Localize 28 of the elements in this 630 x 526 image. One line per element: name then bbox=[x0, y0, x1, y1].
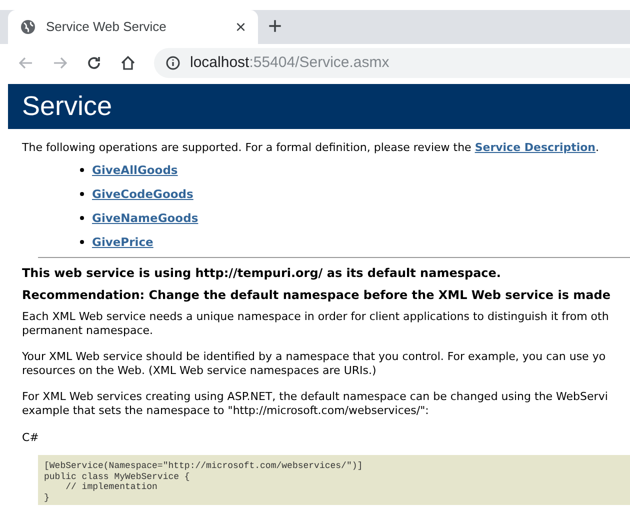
bullet-icon bbox=[80, 216, 84, 220]
paragraph: Your XML Web service should be identified by a namespace that you control. For example, you can use yo resources on the Web. (XML Web service namespaces are URIs.) bbox=[22, 350, 607, 378]
url-text: localhost:55404/Service.asmx bbox=[190, 52, 390, 73]
operation-link[interactable]: GiveCodeGoods bbox=[92, 187, 194, 201]
globe-icon bbox=[20, 19, 36, 35]
browser-tab[interactable]: Service Web Service × bbox=[8, 10, 258, 44]
address-bar[interactable]: localhost:55404/Service.asmx bbox=[154, 48, 630, 78]
info-icon[interactable] bbox=[166, 56, 180, 70]
operation-link[interactable]: GiveAllGoods bbox=[92, 163, 178, 177]
service-description-link[interactable]: Service Description bbox=[474, 141, 596, 154]
tab-title: Service Web Service bbox=[46, 18, 168, 36]
namespace-heading: This web service is using http://tempuri.org/ as its default namespace. bbox=[22, 266, 502, 281]
bullet-icon bbox=[80, 192, 84, 196]
recommendation-heading: Recommendation: Change the default namespace before the XML Web service is made bbox=[22, 288, 612, 303]
paragraph: Each XML Web service needs a unique namespace in order for client applications to distinguish it from oth permanent namespace. bbox=[22, 310, 610, 338]
operation-link[interactable]: GivePrice bbox=[92, 235, 154, 249]
close-tab-button[interactable]: × bbox=[235, 18, 246, 36]
paragraph: For XML Web services creating using ASP.NET, the default namespace can be changed using the WebServi example that sets the namespace to "http://microsoft.com/webservices/": bbox=[22, 390, 609, 418]
page-title: Service bbox=[22, 90, 112, 124]
bullet-icon bbox=[80, 240, 84, 244]
new-tab-button[interactable]: + bbox=[268, 15, 282, 39]
operation-link[interactable]: GiveNameGoods bbox=[92, 211, 198, 225]
home-icon[interactable] bbox=[120, 55, 136, 71]
code-block: [WebService(Namespace="http://microsoft.com/webservices/")] public class MyWebService { // implementation } bbox=[38, 455, 630, 505]
reload-icon[interactable] bbox=[86, 55, 102, 71]
bullet-icon bbox=[80, 168, 84, 172]
code-language-label: C# bbox=[22, 431, 40, 445]
intro-text: The following operations are supported. For a formal definition, please review the Service Description. bbox=[22, 141, 600, 155]
